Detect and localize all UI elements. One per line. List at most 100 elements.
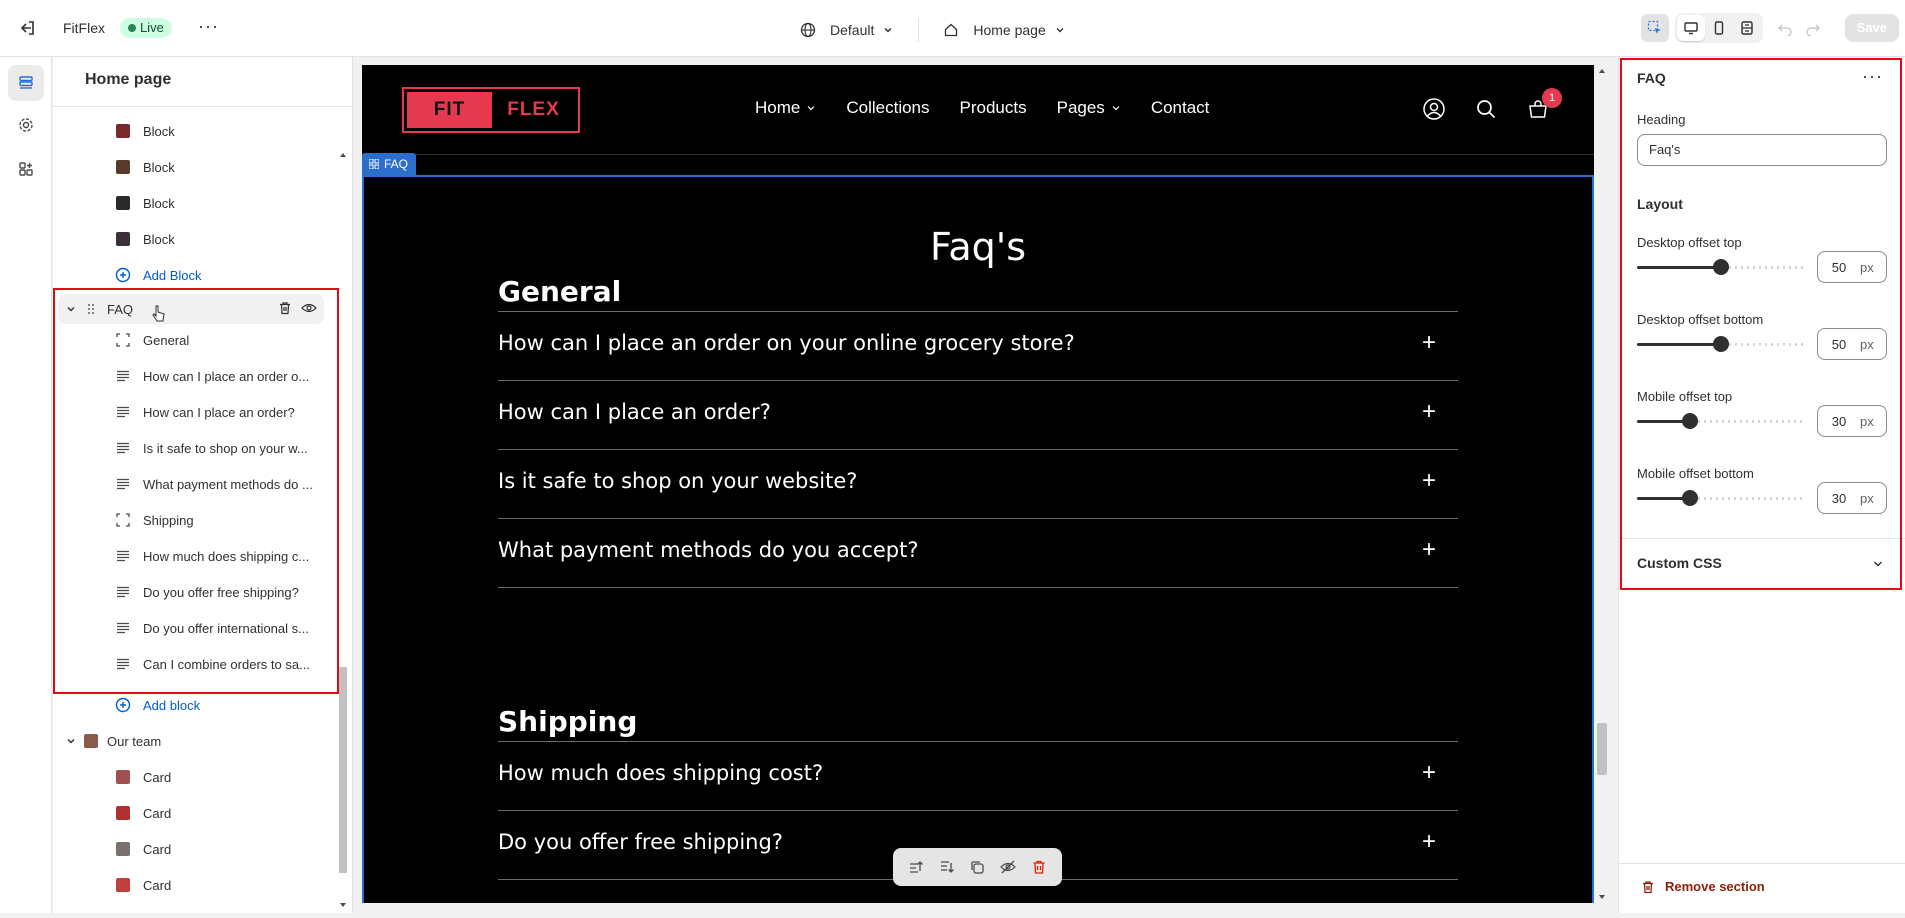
slider-handle[interactable] (1713, 336, 1729, 352)
card-item[interactable]: Card (115, 797, 171, 829)
offset-number-input[interactable]: 30 px (1817, 405, 1887, 437)
offset-value: 50 (1831, 336, 1847, 352)
move-up-icon[interactable] (908, 859, 924, 875)
card-item[interactable]: Card (115, 869, 171, 901)
faq-question-item[interactable]: What payment methods do ... (115, 468, 335, 500)
offset-number-input[interactable]: 50 px (1817, 251, 1887, 283)
chevron-down-icon[interactable] (1871, 557, 1885, 571)
nav-home[interactable]: Home (755, 98, 816, 118)
remove-section-button[interactable]: Remove section (1641, 879, 1765, 894)
custom-css-toggle[interactable]: Custom CSS (1637, 555, 1722, 571)
nav-pages[interactable]: Pages (1057, 98, 1121, 118)
faq-question[interactable]: How can I place an order on your online … (498, 331, 1075, 355)
undo-icon[interactable] (1771, 14, 1799, 42)
faq-question-item[interactable]: How can I place an order o... (115, 360, 335, 392)
team-section-header[interactable]: Our team (63, 725, 161, 757)
offset-number-input[interactable]: 50 px (1817, 328, 1887, 360)
card-item[interactable]: Card (115, 761, 171, 793)
add-block-button[interactable]: Add Block (115, 259, 202, 291)
faq-section-header[interactable]: FAQ (63, 293, 323, 325)
desktop-view-icon[interactable] (1676, 15, 1705, 41)
expand-plus-icon[interactable]: + (1422, 398, 1436, 426)
slider-fill (1637, 343, 1721, 346)
account-icon[interactable] (1422, 97, 1446, 121)
add-block-button[interactable]: Add block (115, 689, 200, 721)
faq-question-item[interactable]: How much does shipping c... (115, 540, 335, 572)
block-item[interactable]: Block (115, 223, 175, 255)
expand-plus-icon[interactable]: + (1422, 329, 1436, 357)
faq-group-item[interactable]: Shipping (115, 504, 335, 536)
team-section-label: Our team (107, 733, 162, 749)
group-block-icon (115, 512, 131, 528)
slider-handle[interactable] (1682, 490, 1698, 506)
block-item[interactable]: Block (115, 151, 175, 183)
expand-plus-icon[interactable]: + (1422, 828, 1436, 856)
faq-group-item[interactable]: General (115, 324, 335, 356)
visibility-eye-icon[interactable] (301, 301, 317, 318)
faq-question[interactable]: How can I place an order? (498, 400, 771, 424)
nav-products[interactable]: Products (960, 98, 1027, 118)
block-label: Block (143, 123, 175, 139)
faq-question-item[interactable]: How can I place an order? (115, 396, 335, 428)
offset-slider[interactable] (1637, 413, 1804, 429)
card-item[interactable]: Card (115, 833, 171, 865)
delete-icon[interactable] (1031, 859, 1047, 875)
exit-icon[interactable] (18, 18, 38, 38)
delete-section-icon[interactable] (278, 301, 292, 318)
section-tag[interactable]: FAQ (362, 153, 417, 175)
page-selector[interactable]: Home page (943, 22, 1065, 38)
card-label: Card (143, 841, 172, 857)
faq-section-label: FAQ (107, 301, 134, 317)
faq-question-item[interactable]: Do you offer free shipping? (115, 576, 335, 608)
more-actions-icon[interactable]: ··· (1862, 66, 1883, 87)
hide-eye-icon[interactable] (1000, 859, 1016, 875)
sections-icon[interactable] (8, 65, 44, 101)
expand-plus-icon[interactable]: + (1422, 759, 1436, 787)
offset-number-input[interactable]: 30 px (1817, 482, 1887, 514)
divider (1619, 538, 1905, 539)
faq-question[interactable]: Is it safe to shop on your website? (498, 469, 857, 493)
heading-input[interactable]: Faq's (1637, 134, 1887, 166)
faq-question-item[interactable]: Can I combine orders to sa... (115, 648, 335, 680)
faq-question[interactable]: Do you offer free shipping? (498, 830, 783, 854)
slider-handle[interactable] (1682, 413, 1698, 429)
nav-collections[interactable]: Collections (846, 98, 929, 118)
more-actions-icon[interactable]: ··· (198, 16, 219, 36)
save-button[interactable]: Save (1844, 14, 1899, 42)
chevron-down-icon[interactable] (63, 733, 79, 749)
preview-scrollbar[interactable] (1596, 65, 1608, 903)
offset-unit: px (1860, 336, 1874, 352)
offset-unit: px (1860, 259, 1874, 275)
faq-question[interactable]: What payment methods do you accept? (498, 538, 919, 562)
offset-slider[interactable] (1637, 336, 1804, 352)
store-logo[interactable]: FIT FLEX (402, 87, 580, 133)
nav-contact[interactable]: Contact (1151, 98, 1210, 118)
block-item[interactable]: Block (115, 115, 175, 147)
mobile-view-icon[interactable] (1705, 15, 1733, 41)
expand-plus-icon[interactable]: + (1422, 467, 1436, 495)
search-icon[interactable] (1474, 97, 1498, 121)
chevron-down-icon[interactable] (63, 301, 79, 317)
topbar-separator (918, 18, 920, 42)
redo-icon[interactable] (1799, 14, 1827, 42)
faq-question-item[interactable]: Is it safe to shop on your w... (115, 432, 335, 464)
block-item[interactable]: Block (115, 187, 175, 219)
slider-handle[interactable] (1713, 259, 1729, 275)
theme-settings-gear-icon[interactable] (8, 107, 44, 143)
card-label: Card (143, 769, 172, 785)
offset-value: 30 (1831, 490, 1847, 506)
offset-value: 30 (1831, 413, 1847, 429)
expand-plus-icon[interactable]: + (1422, 536, 1436, 564)
offset-slider[interactable] (1637, 259, 1804, 275)
app-embeds-icon[interactable] (8, 151, 44, 187)
faq-question[interactable]: How much does shipping cost? (498, 761, 823, 785)
move-down-icon[interactable] (939, 859, 955, 875)
inspector-toggle-icon[interactable] (1640, 14, 1669, 42)
left-panel-scrollbar[interactable] (338, 107, 348, 913)
drag-handle-icon[interactable] (83, 301, 99, 317)
theme-selector[interactable]: Default (800, 22, 894, 38)
fullwidth-view-icon[interactable] (1733, 15, 1761, 41)
faq-question-item[interactable]: Do you offer international s... (115, 612, 335, 644)
duplicate-icon[interactable] (969, 859, 985, 875)
offset-slider[interactable] (1637, 490, 1804, 506)
